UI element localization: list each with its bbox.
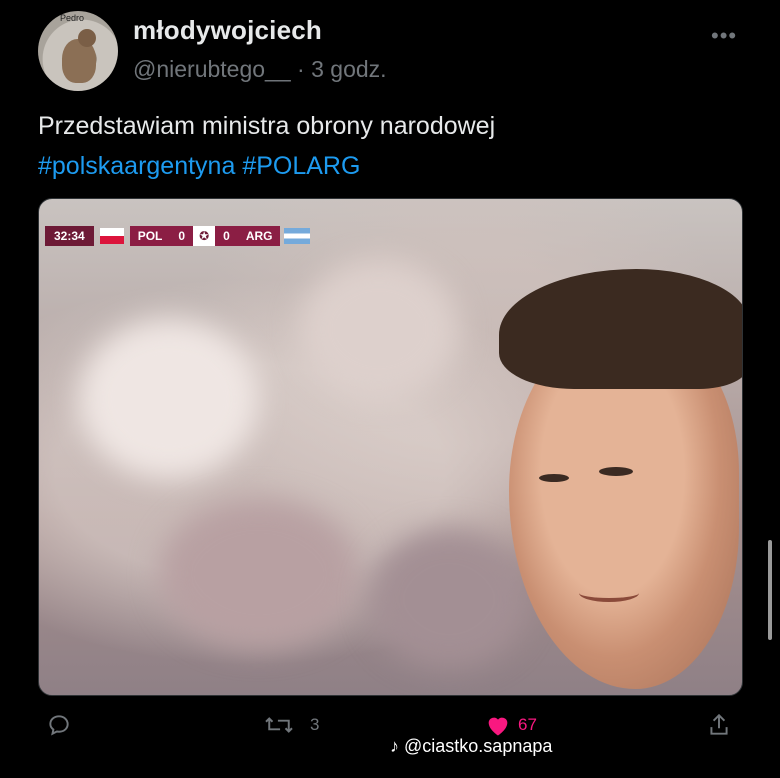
heart-icon <box>484 712 512 738</box>
football-icon: ✪ <box>193 226 216 246</box>
handle-line: @nierubtego__ · 3 godz. <box>133 56 387 83</box>
home-score: 0 <box>170 226 194 246</box>
share-icon <box>706 712 732 738</box>
reply-button[interactable] <box>46 712 72 738</box>
reply-icon <box>46 712 72 738</box>
retweet-button[interactable]: 3 <box>262 712 319 738</box>
tweet-text: Przedstawiam ministra obrony narodowej #… <box>38 106 495 186</box>
retweet-icon <box>262 712 296 738</box>
poland-flag-icon <box>99 228 124 244</box>
avatar[interactable]: Pedro <box>38 11 118 91</box>
hashtag-polskaargentyna[interactable]: #polskaargentyna <box>38 152 235 180</box>
away-score: 0 <box>215 226 238 246</box>
player-eye-left <box>539 474 569 482</box>
argentina-flag-icon <box>284 228 311 244</box>
match-clock: 32:34 <box>45 226 94 246</box>
scoreboard: 32:34 POL 0 ✪ 0 ARG <box>45 225 311 247</box>
separator: · <box>297 56 305 82</box>
avatar-figure-head <box>78 29 96 47</box>
tiktok-icon: ♪ <box>390 736 399 756</box>
hashtag-polarg[interactable]: #POLARG <box>242 152 360 180</box>
player-smile <box>579 584 639 602</box>
background-blur <box>159 499 359 649</box>
background-blur <box>299 259 459 399</box>
like-count: 67 <box>518 715 537 734</box>
like-button[interactable]: 67 <box>484 712 537 738</box>
avatar-tag: Pedro <box>60 13 85 23</box>
watermark-username: @ciastko.sapnapa <box>404 736 553 756</box>
retweet-count: 3 <box>310 715 320 734</box>
display-name[interactable]: młodywojciech <box>133 15 322 46</box>
tweet-media-image[interactable]: 32:34 POL 0 ✪ 0 ARG <box>38 198 743 696</box>
tweet-body: Przedstawiam ministra obrony narodowej <box>38 112 496 140</box>
share-button[interactable] <box>706 712 732 738</box>
background-blur <box>79 319 259 479</box>
player-eye-right <box>599 467 633 476</box>
away-team: ARG <box>237 226 281 246</box>
scrollbar[interactable] <box>768 540 772 640</box>
handle[interactable]: @nierubtego__ <box>133 56 291 82</box>
home-team: POL <box>129 226 171 246</box>
timestamp[interactable]: 3 godz. <box>311 56 386 82</box>
player-hair <box>499 269 742 389</box>
hashtag-line: #polskaargentyna #POLARG <box>38 146 495 186</box>
more-options-icon[interactable]: ••• <box>711 23 737 49</box>
background-blur <box>369 529 529 669</box>
tiktok-watermark: ♪ @ciastko.sapnapa <box>390 736 552 757</box>
